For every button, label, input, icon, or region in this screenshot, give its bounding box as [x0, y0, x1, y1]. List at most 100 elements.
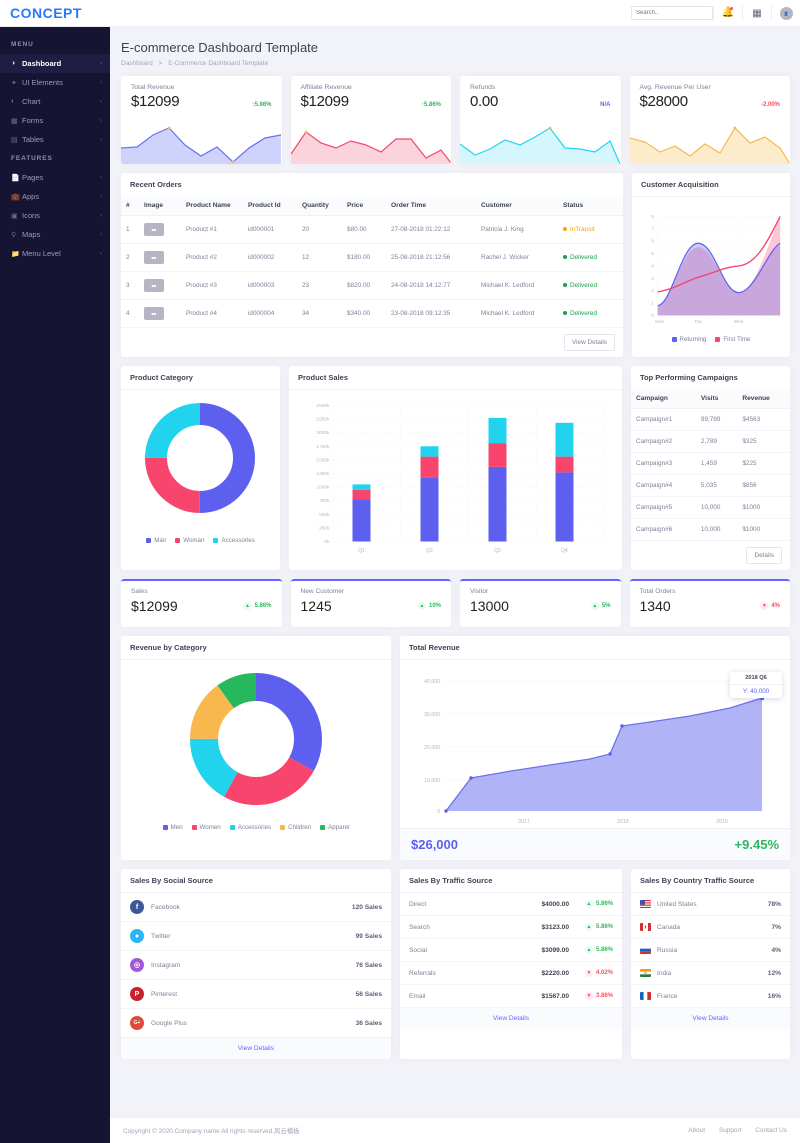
list-item[interactable]: Direct $4000.00 ▲ 5.86%: [400, 893, 622, 916]
sales-by-country-card: Sales By Country Traffic Source United S…: [631, 869, 790, 1059]
cell-price: $180.00: [342, 243, 386, 272]
x-tick: Q4: [561, 548, 568, 554]
y-tick: 10,000: [424, 778, 440, 784]
table-row[interactable]: Campaign#1 99,789 $4563: [631, 408, 790, 431]
cell-price: $820.00: [342, 271, 386, 300]
social-sales: 36 Sales: [355, 1019, 382, 1027]
bar-q2-a: [420, 477, 439, 542]
sidebar-item-ui-elements[interactable]: ✦ UI Elements ›: [0, 73, 110, 92]
col-num: #: [121, 196, 139, 216]
cell-campaign: Campaign#6: [631, 518, 696, 541]
sidebar-item-apps[interactable]: 💼 Apps ›: [0, 187, 110, 206]
y-tick: 1000k: [316, 485, 330, 491]
footer-link-about[interactable]: About: [688, 1127, 705, 1134]
list-item[interactable]: ◎ Instagram 76 Sales: [121, 951, 391, 980]
y-tick: 2: [651, 288, 654, 293]
x-tick: Q3: [494, 548, 501, 554]
sidebar-item-chart[interactable]: ◐ Chart ›: [0, 92, 110, 111]
details-button[interactable]: Details: [746, 547, 782, 564]
view-details-link[interactable]: View Details: [400, 1008, 622, 1029]
sidebar-item-forms[interactable]: ▦ Forms ›: [0, 111, 110, 130]
user-menu-button[interactable]: 👤: [772, 0, 800, 27]
cell-price: $340.00: [342, 299, 386, 328]
sidebar-item-pages[interactable]: 📄 Pages ›: [0, 168, 110, 187]
stat-delta: ▲ 5%: [590, 602, 611, 610]
legend-label: Accessories: [237, 824, 272, 831]
legend-label: Returning: [679, 336, 707, 343]
table-row[interactable]: 2 ■■ Product #2 id000002 12 $180.00 25-0…: [121, 243, 623, 272]
cell-image: ■■: [139, 243, 181, 272]
table-row[interactable]: Campaign#5 10,000 $1000: [631, 496, 790, 519]
sidebar-item-menu-level[interactable]: 📁 Menu Level ›: [0, 244, 110, 263]
country-name: India: [657, 969, 672, 977]
sidebar-item-dashboard[interactable]: ◑ Dashboard ›: [0, 54, 110, 73]
table-row[interactable]: Campaign#6 10,000 $1000: [631, 518, 790, 541]
list-item[interactable]: Social $3099.00 ▲ 5.86%: [400, 939, 622, 962]
table-header-row: # Image Product Name Product Id Quantity…: [121, 196, 623, 216]
list-item[interactable]: f Facebook 120 Sales: [121, 893, 391, 922]
list-item[interactable]: Russia 4%: [631, 939, 790, 962]
sidebar-item-icons[interactable]: ▣ Icons ›: [0, 206, 110, 225]
traffic-delta-value: 5.86%: [595, 901, 613, 907]
social-name: Instagram: [151, 961, 181, 969]
table-row[interactable]: 1 ■■ Product #1 id000001 20 $80.00 27-08…: [121, 215, 623, 244]
footer-link-support[interactable]: Support: [719, 1127, 741, 1134]
footer-copyright: Copyright © 2020.Company name All rights…: [123, 1128, 300, 1135]
table-row[interactable]: 4 ■■ Product #4 id000004 34 $340.00 23-0…: [121, 299, 623, 328]
list-item[interactable]: United States 78%: [631, 893, 790, 916]
topbar-actions: 🔔 ▦ 👤: [631, 0, 800, 26]
table-row[interactable]: 3 ■■ Product #3 id000003 23 $820.00 24-0…: [121, 271, 623, 300]
kpi-value: 0.00: [470, 93, 498, 110]
status-badge: Delivered: [570, 254, 597, 261]
bell-icon: 🔔: [721, 7, 735, 18]
cell-customer: Rachel J. Wicker: [476, 243, 558, 272]
stat-delta-value: 4%: [771, 603, 780, 609]
chevron-right-icon: ›: [100, 193, 102, 200]
x-tick: 2017: [518, 819, 530, 825]
list-item[interactable]: Referrals $2220.00 ▼ 4.02%: [400, 962, 622, 985]
apps-grid-button[interactable]: ▦: [743, 0, 771, 27]
legend-item: Man: [146, 537, 166, 544]
list-item[interactable]: India 12%: [631, 962, 790, 985]
table-row[interactable]: Campaign#4 5,035 $856: [631, 474, 790, 497]
footer-link-contact[interactable]: Contact Us: [755, 1127, 787, 1134]
notification-badge: [730, 6, 733, 10]
sidebar-item-maps[interactable]: ⚲ Maps ›: [0, 225, 110, 244]
list-item[interactable]: P Pinterest 56 Sales: [121, 980, 391, 1009]
list-item[interactable]: Search $3123.00 ▲ 5.86%: [400, 916, 622, 939]
list-item[interactable]: Canada 7%: [631, 916, 790, 939]
y-tick: 0: [437, 809, 440, 815]
list-item[interactable]: G+ Google Plus 36 Sales: [121, 1009, 391, 1038]
briefcase-icon: 💼: [11, 193, 20, 201]
form-icon: ▦: [11, 117, 18, 125]
traffic-delta: ▼ 3.86%: [569, 992, 613, 1000]
kpi-delta: ↑5.86%: [251, 102, 272, 108]
sidebar-item-tables[interactable]: ▤ Tables ›: [0, 130, 110, 149]
list-item[interactable]: France 16%: [631, 985, 790, 1008]
list-item[interactable]: ● Twitter 99 Sales: [121, 922, 391, 951]
table-row[interactable]: Campaign#2 2,789 $325: [631, 430, 790, 453]
body-wrap: MENU ◑ Dashboard › ✦ UI Elements › ◐ Cha…: [0, 27, 800, 1143]
breadcrumb-root[interactable]: Dashboard: [121, 60, 153, 67]
view-details-link[interactable]: View Details: [121, 1038, 391, 1059]
col-image: Image: [139, 196, 181, 216]
cell-revenue: $325: [737, 430, 790, 453]
card-title: Sales By Social Source: [121, 869, 391, 893]
x-tick: Wed: [734, 319, 744, 324]
breadcrumb: Dashboard > E-Commerce Dashboard Templat…: [121, 60, 790, 76]
y-tick: 3: [651, 276, 654, 281]
search-input[interactable]: [631, 6, 713, 20]
stat-delta-value: 10%: [428, 603, 441, 609]
kpi-value-row: $28000 -2.00%: [630, 91, 791, 110]
view-details-link[interactable]: View Details: [631, 1008, 790, 1029]
table-row[interactable]: Campaign#3 1,459 $225: [631, 452, 790, 475]
notifications-button[interactable]: 🔔: [714, 0, 742, 27]
x-tick: Mon: [655, 319, 664, 324]
brand-logo[interactable]: CONCEPT: [0, 5, 110, 21]
sidebar-caption-menu: MENU: [11, 41, 34, 48]
list-item[interactable]: Email $1567.00 ▼ 3.86%: [400, 985, 622, 1008]
customer-acquisition-legend: Returning First Time: [632, 332, 790, 351]
view-details-button[interactable]: View Details: [563, 334, 615, 351]
traffic-amount: $3123.00: [541, 923, 569, 931]
card-title: Total Revenue: [400, 636, 790, 660]
